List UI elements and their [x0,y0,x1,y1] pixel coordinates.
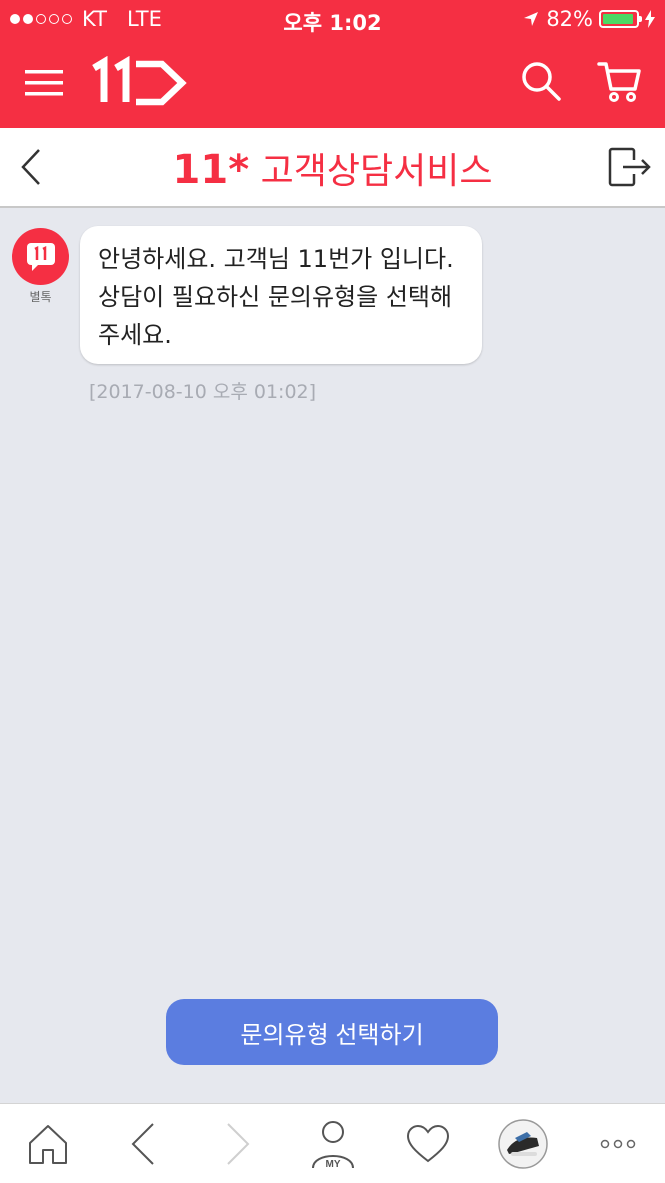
exit-icon[interactable] [606,144,654,190]
service-header: 11* 고객상담서비스 [0,128,665,208]
location-arrow-icon [524,12,539,26]
recent-item-thumbnail[interactable] [475,1104,570,1183]
battery-icon [599,10,642,28]
bottom-tab-bar: MY [0,1103,665,1183]
forward-nav-icon[interactable] [190,1104,285,1183]
logo[interactable] [90,54,190,110]
title-text: 고객상담서비스 [260,151,493,192]
cart-icon[interactable] [594,56,644,106]
status-bar: KT LTE 오후 1:02 82% [0,0,665,38]
chat-message-bubble: 안녕하세요. 고객님 11번가 입니다. 상담이 필요하신 문의유형을 선택해 … [80,226,482,364]
my-page-icon[interactable]: MY [285,1104,380,1183]
hamburger-icon[interactable] [22,63,66,103]
bot-name: 별톡 [29,290,52,304]
home-icon[interactable] [0,1104,95,1183]
battery-percent: 82% [546,7,593,31]
bot-avatar[interactable] [12,228,69,285]
heart-icon[interactable] [380,1104,475,1183]
my-label: MY [325,1159,340,1170]
chat-logo-icon [26,242,55,271]
message-timestamp: [2017-08-10 오후 01:02] [89,381,317,403]
page-title: 11* 고객상담서비스 [0,142,665,194]
back-nav-icon[interactable] [95,1104,190,1183]
brand-mark: 11* [172,147,250,193]
top-bar: KT LTE 오후 1:02 82% [0,0,665,128]
more-icon[interactable] [570,1104,665,1183]
search-icon[interactable] [516,56,566,106]
charging-bolt-icon [645,10,655,28]
inquiry-type-select-button[interactable]: 문의유형 선택하기 [166,999,498,1065]
app-bar [0,38,665,128]
